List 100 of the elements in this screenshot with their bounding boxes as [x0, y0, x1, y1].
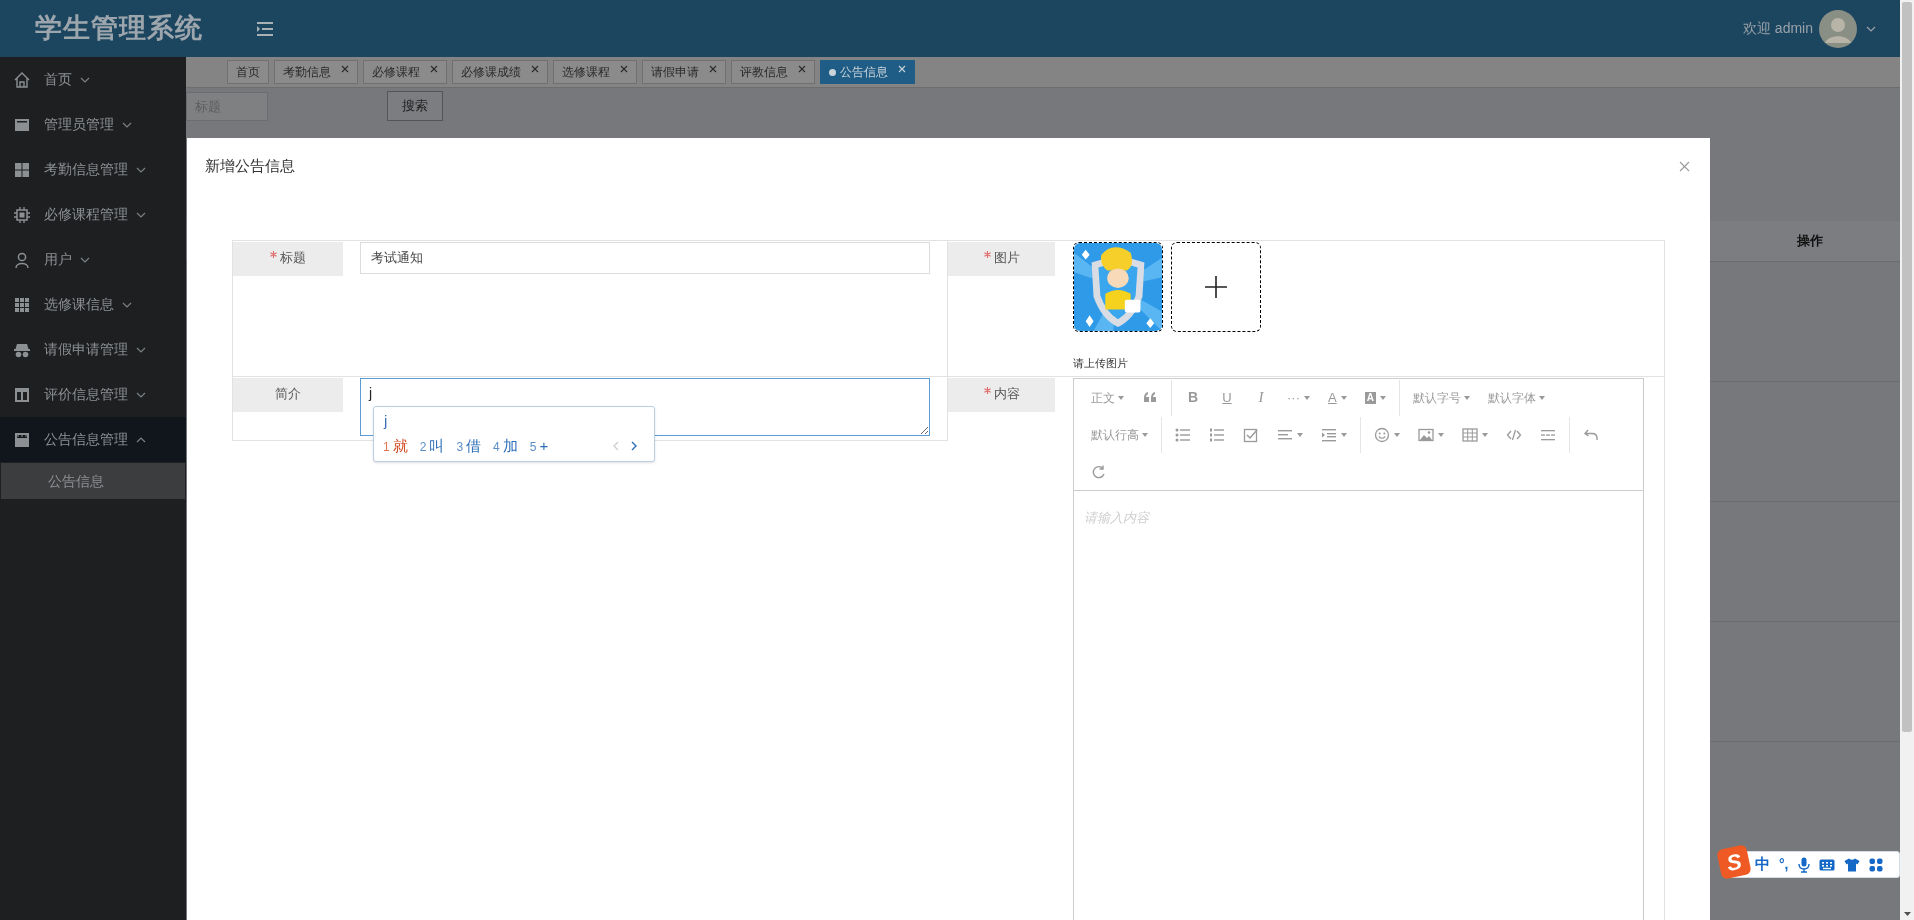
- chip-icon: [13, 205, 31, 224]
- close-icon[interactable]: [341, 65, 349, 73]
- asterisk-icon: [270, 251, 277, 258]
- toolbar-button[interactable]: I: [1244, 382, 1278, 413]
- toolbar-button[interactable]: A: [1355, 382, 1395, 413]
- app-title: 学生管理系统: [35, 12, 203, 46]
- toolbar-button[interactable]: U: [1210, 382, 1244, 413]
- candidate-number: 1: [383, 438, 390, 456]
- sidebar-item[interactable]: 必修课程管理: [0, 192, 186, 237]
- chevron-up-icon: [136, 436, 146, 443]
- tab[interactable]: 公告信息: [820, 60, 915, 84]
- sidebar-item[interactable]: 管理员管理: [0, 102, 186, 147]
- upload-button[interactable]: [1171, 242, 1261, 332]
- search-button[interactable]: 搜索: [387, 91, 443, 121]
- field-label: 图片: [948, 242, 1055, 276]
- sidebar-subitem[interactable]: 公告信息: [1, 463, 185, 499]
- chevron-down-icon: [122, 121, 132, 128]
- dropdown-button[interactable]: 默认字号: [1403, 382, 1479, 413]
- format-glyph: A: [1328, 388, 1337, 407]
- close-icon[interactable]: [1679, 160, 1690, 172]
- keyboard-icon[interactable]: [1818, 858, 1835, 871]
- sidebar-item[interactable]: 首页: [0, 57, 186, 102]
- caret-icon: [1394, 432, 1400, 437]
- punctuation-toggle[interactable]: °,: [1779, 854, 1789, 875]
- caret-icon: [1482, 432, 1488, 437]
- caret-icon: [1438, 432, 1444, 437]
- format-glyph: A: [1364, 391, 1376, 404]
- sidebar-item[interactable]: 考勤信息管理: [0, 147, 186, 192]
- caret-icon: [1142, 432, 1148, 437]
- grid-icon: [13, 295, 31, 314]
- toolbar-button[interactable]: B: [1176, 382, 1210, 413]
- sidebar-item[interactable]: 请假申请管理: [0, 327, 186, 372]
- candidate-text: 加: [502, 435, 518, 456]
- candidate-number: 4: [493, 438, 500, 456]
- shirt-icon[interactable]: [1843, 857, 1860, 872]
- ime-candidate[interactable]: 3 借: [456, 434, 482, 458]
- field-label: 内容: [948, 378, 1055, 412]
- candidate-text: +: [539, 435, 549, 456]
- toolbar-button[interactable]: ···: [1278, 382, 1319, 413]
- dot-icon: [829, 68, 836, 76]
- sidebar-item[interactable]: 用户: [0, 237, 186, 282]
- close-icon[interactable]: [709, 65, 717, 73]
- caret-icon: [1340, 395, 1347, 400]
- indent-icon: [1321, 426, 1337, 443]
- close-icon[interactable]: [531, 65, 539, 73]
- tab[interactable]: 必修课成绩: [452, 60, 548, 84]
- dialog-title: 新增公告信息: [205, 155, 295, 176]
- tab[interactable]: 选修课程: [553, 60, 637, 84]
- format-glyph: U: [1222, 388, 1232, 407]
- composition-text: j: [383, 410, 389, 431]
- chevron-down-icon: [122, 301, 132, 308]
- candidate-number: 3: [456, 438, 464, 456]
- sidebar-item[interactable]: 评价信息管理: [0, 372, 186, 417]
- format-glyph: I: [1258, 388, 1264, 408]
- ime-candidate[interactable]: 1 就: [383, 434, 408, 458]
- chevron-down-icon: [80, 76, 90, 83]
- asterisk-icon: [983, 387, 991, 394]
- hint-text: 请上传图片: [1073, 356, 1129, 371]
- menu-icon[interactable]: [256, 20, 274, 37]
- close-icon[interactable]: [620, 65, 628, 73]
- bulleted-list-icon: [1175, 426, 1191, 443]
- chevron-down-icon: [136, 391, 146, 398]
- field-label: 标题: [233, 242, 343, 276]
- tab[interactable]: 评教信息: [731, 60, 815, 84]
- scrollbar-thumb[interactable]: [1902, 2, 1912, 732]
- emoji-icon: [1374, 426, 1390, 443]
- candidate-number: 2: [419, 438, 427, 456]
- candidate-number: 5: [529, 438, 537, 456]
- ime-candidate[interactable]: 4 加: [493, 434, 518, 458]
- input-mode-toggle[interactable]: 中: [1755, 853, 1770, 876]
- close-icon[interactable]: [798, 65, 806, 73]
- candidate-text: 就: [392, 435, 408, 456]
- avatar[interactable]: [1819, 9, 1857, 48]
- plus-icon: [1205, 276, 1227, 298]
- tab[interactable]: 请假申请: [642, 60, 726, 84]
- tab[interactable]: 考勤信息: [274, 60, 358, 84]
- format-glyph: ···: [1287, 388, 1300, 407]
- tab[interactable]: 必修课程: [363, 60, 447, 84]
- caret-icon: [1379, 395, 1386, 400]
- ime-candidate[interactable]: 5 +: [529, 434, 549, 458]
- table-icon: [1462, 426, 1478, 443]
- ime-candidate[interactable]: 2 叫: [419, 434, 445, 458]
- microphone-icon[interactable]: [1797, 856, 1810, 873]
- toolbar-button[interactable]: A: [1319, 382, 1356, 413]
- dropdown-button[interactable]: 默认字体: [1478, 382, 1554, 413]
- next-page-icon[interactable]: [631, 441, 637, 451]
- home-icon: [13, 70, 31, 89]
- close-icon[interactable]: [430, 65, 438, 73]
- apps-icon[interactable]: [1868, 857, 1883, 872]
- text-field[interactable]: 考试通知: [360, 242, 930, 274]
- caret-icon: [1297, 432, 1303, 437]
- candidate-text: 借: [466, 435, 482, 456]
- sidebar-item[interactable]: 公告信息管理: [0, 417, 186, 462]
- scroll-down-icon[interactable]: [1903, 912, 1911, 916]
- tab[interactable]: 首页: [227, 60, 269, 84]
- sidebar-item[interactable]: 选修课信息: [0, 282, 186, 327]
- dropdown-button[interactable]: 正文: [1082, 382, 1133, 413]
- redo-icon: [1091, 463, 1107, 480]
- dropdown-button[interactable]: 默认行高: [1082, 419, 1157, 450]
- grid-icon: [13, 160, 31, 179]
